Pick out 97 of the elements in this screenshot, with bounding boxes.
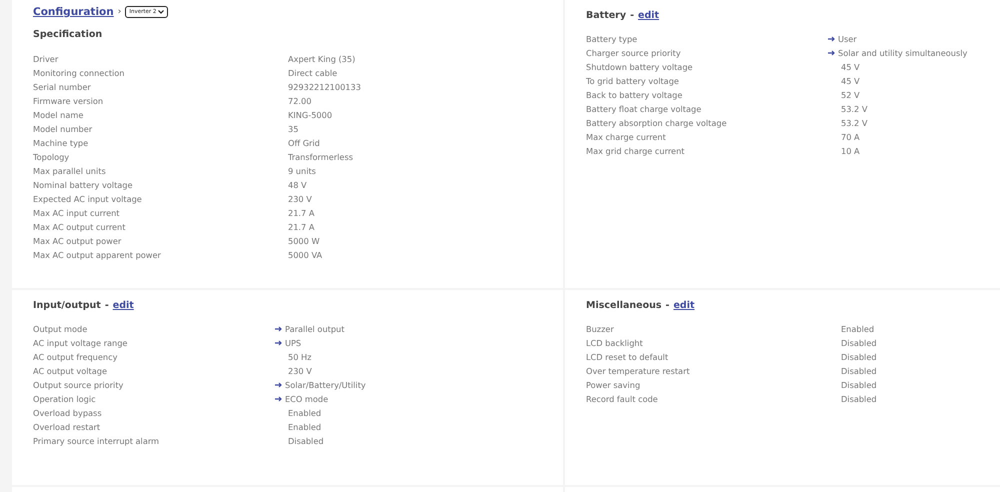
setting-label: Max AC output apparent power xyxy=(33,250,162,260)
setting-value: 52 V xyxy=(841,90,860,100)
setting-value: 48 V xyxy=(288,180,307,190)
setting-value: Enabled xyxy=(288,422,322,432)
setting-value: 45 V xyxy=(841,76,860,86)
setting-value: 21.7 A xyxy=(288,222,314,232)
setting-value: 53.2 V xyxy=(841,118,868,128)
setting-label: Primary source interrupt alarm xyxy=(33,436,160,446)
setting-label: Model number xyxy=(33,124,94,134)
setting-value: Enabled xyxy=(841,324,874,334)
setting-value: UPS xyxy=(285,338,302,348)
arrow-icon xyxy=(828,50,836,56)
setting-value: Solar and utility simultaneously xyxy=(838,48,968,58)
setting-label: LCD reset to default xyxy=(586,352,670,362)
setting-label: LCD backlight xyxy=(586,338,644,348)
setting-label: Firmware version xyxy=(33,96,104,106)
setting-value: 92932212100133 xyxy=(288,82,361,92)
setting-label: Shutdown battery voltage xyxy=(586,62,694,72)
setting-value: Transformerless xyxy=(288,152,353,162)
section-title: Specification xyxy=(33,29,102,40)
edit-link[interactable]: edit xyxy=(638,10,660,21)
arrow-icon xyxy=(275,340,283,346)
setting-value: 21.7 A xyxy=(288,208,314,218)
breadcrumb-link[interactable]: Configuration xyxy=(33,6,114,18)
setting-value: Enabled xyxy=(288,408,322,418)
setting-label: Max AC output current xyxy=(33,222,126,232)
breadcrumb-separator: › xyxy=(118,7,122,17)
setting-label: Max AC output power xyxy=(33,236,122,246)
setting-value: Disabled xyxy=(841,394,877,404)
setting-label: Buzzer xyxy=(586,324,615,334)
setting-value: Disabled xyxy=(841,352,877,362)
setting-value: 10 A xyxy=(841,146,860,156)
setting-label: Charger source priority xyxy=(586,48,682,58)
setting-value: 50 Hz xyxy=(288,352,312,362)
setting-label: Overload bypass xyxy=(33,408,103,418)
setting-value: ECO mode xyxy=(285,394,328,404)
setting-value: 9 units xyxy=(288,166,316,176)
setting-label: AC input voltage range xyxy=(33,338,128,348)
setting-value: 72.00 xyxy=(288,96,312,106)
setting-label: Machine type xyxy=(33,138,90,148)
setting-value: Disabled xyxy=(841,366,877,376)
title-separator: - xyxy=(630,10,634,21)
section-title: Miscellaneous xyxy=(586,300,662,311)
title-separator: - xyxy=(104,300,109,311)
setting-value: Direct cable xyxy=(288,68,338,78)
setting-value: User xyxy=(838,34,857,44)
setting-value: Disabled xyxy=(841,338,877,348)
edit-link[interactable]: edit xyxy=(673,300,695,311)
setting-label: Serial number xyxy=(33,82,92,92)
setting-label: Max grid charge current xyxy=(586,146,686,156)
setting-label: Topology xyxy=(33,152,70,162)
setting-label: Battery type xyxy=(586,34,638,44)
setting-label: Over temperature restart xyxy=(586,366,691,376)
setting-label: Operation logic xyxy=(33,394,97,404)
setting-label: Overload restart xyxy=(33,422,102,432)
setting-value: 53.2 V xyxy=(841,104,868,114)
setting-value: 230 V xyxy=(288,366,312,376)
setting-value: Axpert King (35) xyxy=(288,54,356,64)
edit-link[interactable]: edit xyxy=(112,300,134,311)
setting-value: Disabled xyxy=(841,380,877,390)
setting-value: 5000 VA xyxy=(288,250,322,260)
setting-label: Expected AC input voltage xyxy=(33,194,143,204)
setting-value: 5000 W xyxy=(288,236,320,246)
setting-label: Driver xyxy=(33,54,60,64)
setting-label: Battery absorption charge voltage xyxy=(586,118,728,128)
setting-label: Max AC input current xyxy=(33,208,121,218)
setting-label: Nominal battery voltage xyxy=(33,180,134,190)
title-separator: - xyxy=(666,300,670,311)
setting-value: Off Grid xyxy=(288,138,320,148)
setting-label: Output source priority xyxy=(33,380,124,390)
setting-label: AC output frequency xyxy=(33,352,118,362)
setting-label: Monitoring connection xyxy=(33,68,126,78)
setting-value: Solar/Battery/Utility xyxy=(285,380,366,390)
arrow-icon xyxy=(275,396,283,402)
arrow-icon xyxy=(275,326,283,332)
caret-icon xyxy=(158,10,164,14)
setting-value: 45 V xyxy=(841,62,860,72)
setting-label: To grid battery voltage xyxy=(586,76,680,86)
setting-value: 70 A xyxy=(841,132,860,142)
arrow-icon xyxy=(275,382,283,388)
setting-label: Power saving xyxy=(586,380,642,390)
setting-label: Record fault code xyxy=(586,394,659,404)
setting-value: Disabled xyxy=(288,436,324,446)
setting-label: Output mode xyxy=(33,324,88,334)
setting-label: Back to battery voltage xyxy=(586,90,684,100)
setting-label: Max charge current xyxy=(586,132,667,142)
arrow-icon xyxy=(828,36,836,42)
setting-value: 230 V xyxy=(288,194,312,204)
setting-label: Max parallel units xyxy=(33,166,107,176)
setting-label: AC output voltage xyxy=(33,366,108,376)
setting-value: Parallel output xyxy=(285,324,344,334)
setting-value: KING-5000 xyxy=(288,110,332,120)
section-title: Input/output xyxy=(33,300,101,311)
setting-value: 35 xyxy=(288,124,298,134)
setting-label: Model name xyxy=(33,110,84,120)
setting-label: Battery float charge voltage xyxy=(586,104,702,114)
section-title: Battery xyxy=(586,10,626,21)
